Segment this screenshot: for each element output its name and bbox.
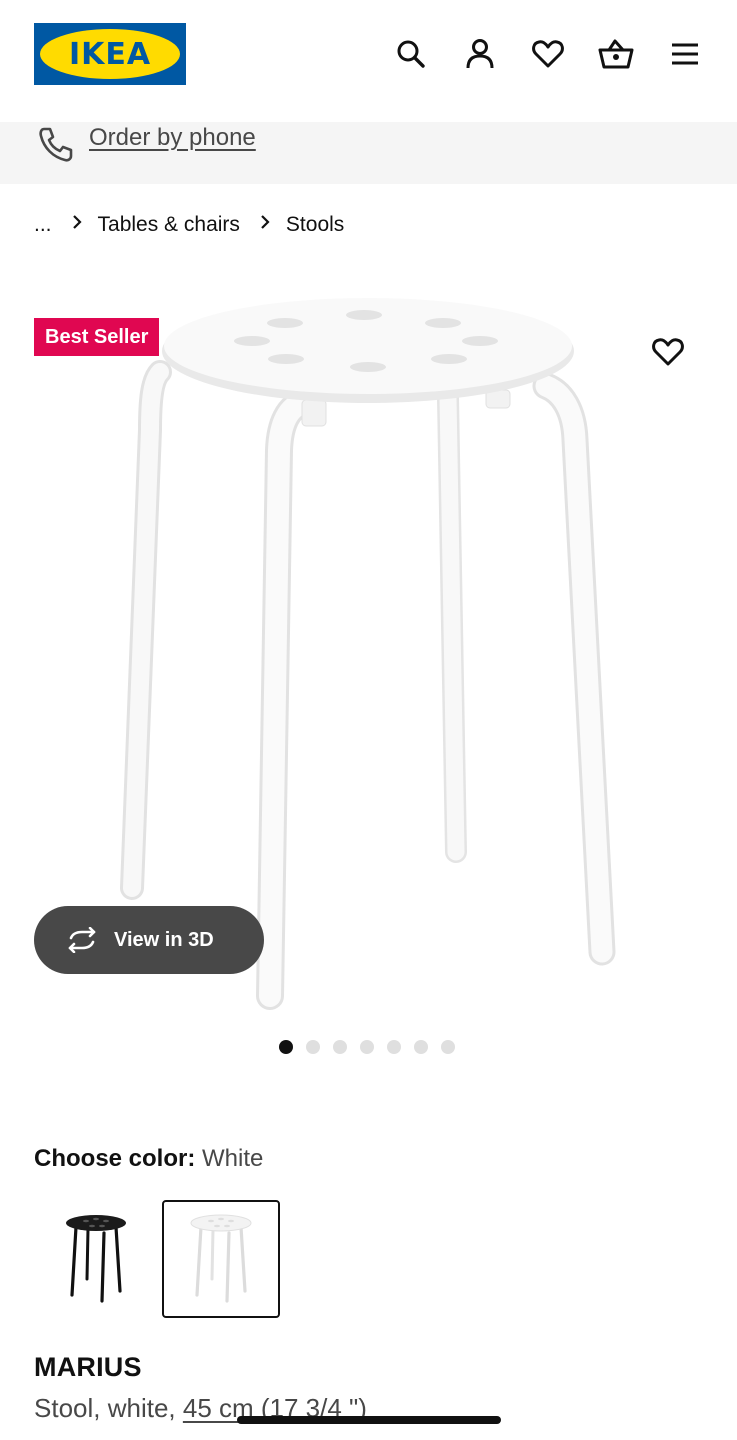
breadcrumb-ellipsis[interactable]: ... <box>34 213 52 237</box>
carousel-dot-3[interactable] <box>333 1040 347 1054</box>
breadcrumb: ... Tables & chairs Stools <box>34 210 344 240</box>
rotate-3d-icon <box>68 927 96 953</box>
color-swatch-white[interactable] <box>162 1200 280 1318</box>
best-seller-badge: Best Seller <box>34 318 160 356</box>
carousel-dot-4[interactable] <box>360 1040 374 1054</box>
selected-color-value: White <box>202 1145 264 1172</box>
breadcrumb-tables-chairs[interactable]: Tables & chairs <box>98 213 240 237</box>
choose-color-row: Choose color: White <box>34 1145 263 1173</box>
ikea-logo[interactable]: IKEA <box>34 23 186 85</box>
heart-icon <box>652 338 684 366</box>
view-in-3d-button[interactable]: View in 3D <box>34 906 264 974</box>
chevron-right-icon <box>72 215 82 229</box>
phone-icon <box>36 125 76 165</box>
carousel-dot-6[interactable] <box>414 1040 428 1054</box>
carousel-dot-2[interactable] <box>306 1040 320 1054</box>
chevron-right-icon <box>261 215 270 229</box>
account-icon[interactable] <box>462 36 498 72</box>
black-stool-thumbnail <box>66 1215 126 1303</box>
product-name: MARIUS <box>34 1352 142 1382</box>
choose-color-label: Choose color: <box>34 1145 203 1172</box>
view-in-3d-label: View in 3D <box>114 928 214 951</box>
add-to-favorites-button[interactable] <box>646 330 690 374</box>
top-header: IKEA <box>0 0 737 122</box>
home-indicator[interactable] <box>237 1416 501 1424</box>
breadcrumb-stools[interactable]: Stools <box>286 213 344 237</box>
carousel-dot-1[interactable] <box>279 1040 293 1054</box>
carousel-dot-7[interactable] <box>441 1040 455 1054</box>
heart-icon[interactable] <box>530 36 566 72</box>
white-stool-thumbnail <box>190 1214 252 1303</box>
basket-icon[interactable] <box>598 36 634 72</box>
order-by-phone-link[interactable]: Order by phone <box>89 124 256 152</box>
search-icon[interactable] <box>393 36 429 72</box>
logo-oval: IKEA <box>40 29 180 79</box>
logo-text: IKEA <box>68 36 152 72</box>
color-swatch-black[interactable] <box>37 1200 155 1318</box>
carousel-dot-5[interactable] <box>387 1040 401 1054</box>
carousel-dots <box>279 1040 455 1054</box>
product-description-text: Stool, white, <box>34 1393 183 1423</box>
menu-icon[interactable] <box>667 36 703 72</box>
